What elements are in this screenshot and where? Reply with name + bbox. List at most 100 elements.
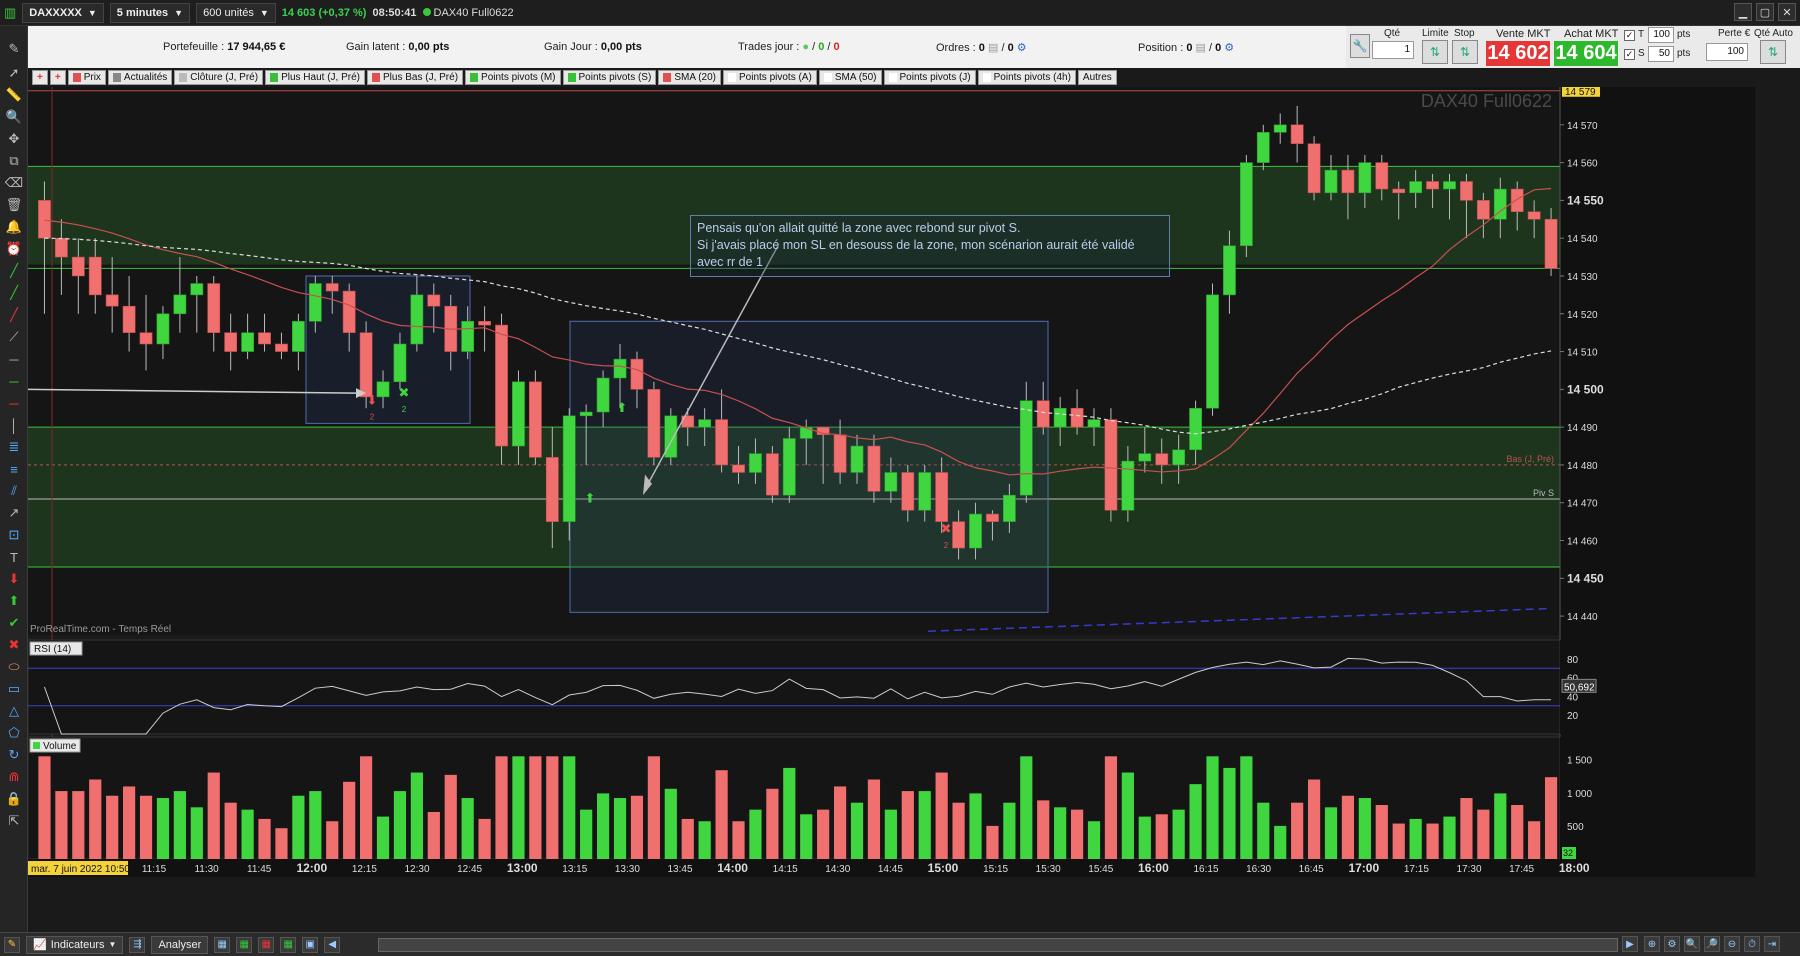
add-indicator-button-2[interactable]: + xyxy=(49,70,66,85)
candle-body-12[interactable] xyxy=(241,332,254,352)
fibonacci-icon[interactable]: ≣ xyxy=(4,438,24,456)
gann-icon[interactable]: ⫽ xyxy=(4,482,24,500)
compare-icon[interactable]: ▦ xyxy=(280,936,297,953)
candle-body-34[interactable] xyxy=(613,358,627,379)
scroll-end-icon[interactable]: ⇥ xyxy=(1764,936,1780,952)
candle-body-55[interactable] xyxy=(969,513,982,549)
candle-body-3[interactable] xyxy=(88,256,102,296)
table-icon[interactable]: ▦ xyxy=(214,936,231,953)
candle-body-43[interactable] xyxy=(765,453,779,496)
candle-body-50[interactable] xyxy=(884,472,898,492)
buy-marker-icon-1[interactable]: ⬆ xyxy=(617,400,628,415)
settings-icon[interactable]: ⚙ xyxy=(1664,936,1680,952)
indicator-chip-11[interactable]: Points pivots (4h) xyxy=(977,70,1076,85)
cycle-icon[interactable]: ↻ xyxy=(4,746,24,764)
zoom-out-icon[interactable]: 🔎 xyxy=(1704,936,1720,952)
arrow-up-icon[interactable]: ⬆ xyxy=(4,592,24,610)
candle-body-20[interactable] xyxy=(376,381,390,398)
analyze-button[interactable]: Analyser xyxy=(151,935,209,954)
indicator-chip-4[interactable]: Plus Bas (J, Pré) xyxy=(367,70,464,85)
copy-icon[interactable]: ⧉ xyxy=(4,152,24,170)
maximize-button[interactable]: ▢ xyxy=(1756,3,1774,21)
candle-body-56[interactable] xyxy=(986,513,999,522)
symbol-select[interactable]: DAXXXXX ▼ xyxy=(22,2,104,23)
candle-body-19[interactable] xyxy=(359,332,373,398)
indicator-chip-0[interactable]: Prix xyxy=(67,70,106,85)
candle-body-0[interactable] xyxy=(38,200,51,239)
candle-body-5[interactable] xyxy=(122,305,136,333)
eraser-icon[interactable]: ⌫ xyxy=(4,174,24,192)
layout-icon[interactable]: ▣ xyxy=(302,936,319,953)
zoom-reset-icon[interactable]: ⊖ xyxy=(1724,936,1740,952)
candle-body-78[interactable] xyxy=(1358,162,1372,194)
target-input[interactable]: 100 xyxy=(1648,27,1674,43)
candle-body-39[interactable] xyxy=(698,419,712,428)
trendline-icon[interactable]: ╱ xyxy=(4,284,24,302)
green-hline-icon[interactable]: ─ xyxy=(4,372,24,390)
candle-body-81[interactable] xyxy=(1409,181,1423,194)
annotation-box[interactable]: Pensais qu'on allait quitté la zone avec… xyxy=(690,215,1170,277)
candle-body-77[interactable] xyxy=(1341,169,1355,194)
candle-body-41[interactable] xyxy=(732,464,745,473)
magnet-icon[interactable]: ⋒ xyxy=(4,768,24,786)
indicator-chip-2[interactable]: Clôture (J, Pré) xyxy=(174,70,264,85)
candle-body-84[interactable] xyxy=(1460,181,1473,201)
check-icon[interactable]: ✔ xyxy=(4,614,24,632)
candle-body-79[interactable] xyxy=(1375,162,1389,190)
red-line-icon[interactable]: ╱ xyxy=(4,306,24,324)
horizontal-line-icon[interactable]: ─ xyxy=(4,350,24,368)
add-indicator-button[interactable]: + xyxy=(32,70,48,85)
candle-body-1[interactable] xyxy=(54,237,68,258)
text-tool-icon[interactable]: T xyxy=(4,548,24,566)
candle-body-61[interactable] xyxy=(1070,407,1084,428)
buy-marker-icon-2[interactable]: ⬆ xyxy=(585,491,596,506)
chart-area[interactable]: ⬇ 2 ✖ 2 ⬆ ⬆ ✖ 2 DAX40 Full0622 ProRealTime.com - … xyxy=(27,83,1755,917)
scroll-left-icon[interactable]: ◀ xyxy=(324,936,341,953)
candle-body-6[interactable] xyxy=(139,332,153,345)
candle-body-51[interactable] xyxy=(901,472,915,511)
candle-body-23[interactable] xyxy=(427,294,441,307)
zoom-icon[interactable]: 🔍 xyxy=(4,108,24,126)
candle-body-15[interactable] xyxy=(291,321,305,352)
move-icon[interactable]: ✥ xyxy=(4,130,24,148)
limit-order-button[interactable]: ⇅ xyxy=(1422,40,1448,64)
indicator-chip-5[interactable]: Points pivots (M) xyxy=(465,70,561,85)
candle-body-29[interactable] xyxy=(528,381,542,458)
candle-body-30[interactable] xyxy=(545,457,559,522)
cross-icon[interactable]: ✖ xyxy=(4,636,24,654)
candle-body-31[interactable] xyxy=(562,415,576,522)
candle-body-88[interactable] xyxy=(1527,211,1541,220)
candle-body-26[interactable] xyxy=(478,321,491,326)
candle-body-73[interactable] xyxy=(1273,124,1287,133)
candle-body-89[interactable] xyxy=(1544,218,1558,269)
candle-body-49[interactable] xyxy=(867,445,881,492)
candle-body-14[interactable] xyxy=(275,343,288,352)
candle-body-52[interactable] xyxy=(918,472,932,511)
clock-icon[interactable]: ⏱ xyxy=(1744,936,1760,952)
candle-body-66[interactable] xyxy=(1155,453,1169,466)
stop-checkbox[interactable]: ✓ xyxy=(1624,49,1635,60)
price-chart[interactable]: ⬇ 2 ✖ 2 ⬆ ⬆ ✖ 2 DAX40 Full0622 ProRealTime.com - … xyxy=(27,83,1755,917)
triangle-icon[interactable]: △ xyxy=(4,702,24,720)
candle-body-47[interactable] xyxy=(833,434,847,473)
target-checkbox[interactable]: ✓ xyxy=(1624,30,1635,41)
buy-market-button[interactable]: 14 604 xyxy=(1554,41,1618,66)
indicator-chip-8[interactable]: Points pivots (A) xyxy=(723,70,817,85)
candle-body-75[interactable] xyxy=(1307,143,1321,194)
candle-body-27[interactable] xyxy=(495,324,508,447)
sell-market-button[interactable]: 14 602 xyxy=(1486,41,1550,66)
candle-body-7[interactable] xyxy=(156,313,170,345)
candle-body-87[interactable] xyxy=(1510,188,1524,213)
candle-body-8[interactable] xyxy=(173,294,187,315)
scroll-right-icon[interactable]: ▶ xyxy=(1622,936,1638,952)
candle-body-33[interactable] xyxy=(596,377,610,413)
exit-marker-icon[interactable]: ✖ xyxy=(399,385,410,400)
candle-body-53[interactable] xyxy=(935,472,949,522)
indicator-chip-3[interactable]: Plus Haut (J, Pré) xyxy=(265,70,365,85)
candle-body-11[interactable] xyxy=(224,332,238,352)
red-hline-icon[interactable]: ─ xyxy=(4,394,24,412)
candle-body-13[interactable] xyxy=(258,332,271,345)
alert-bell-icon[interactable]: 🔔 xyxy=(4,218,24,236)
expand-icon[interactable]: ⇱ xyxy=(4,812,24,830)
candle-body-69[interactable] xyxy=(1206,294,1219,409)
